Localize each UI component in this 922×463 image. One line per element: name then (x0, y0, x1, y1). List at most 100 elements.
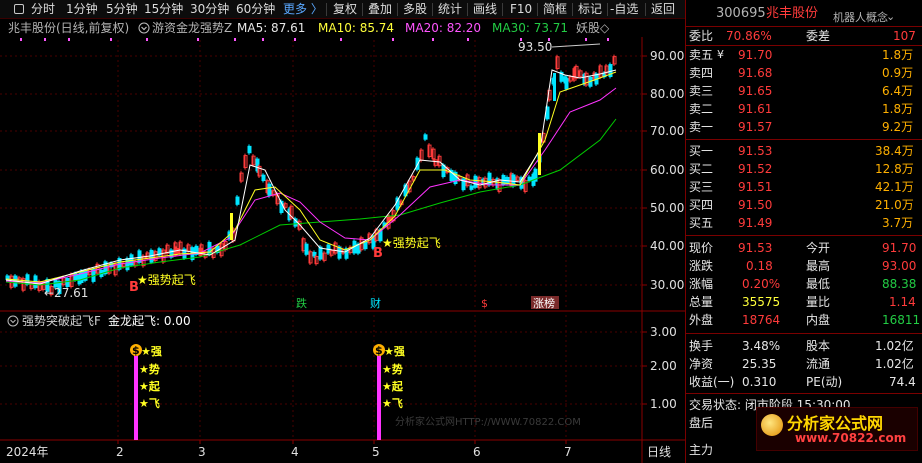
y-tick-70: 70.00 (650, 124, 684, 138)
y-tick-30: 30.00 (650, 278, 684, 292)
ma30-line (5, 118, 617, 286)
dollar-icon-2: $ (375, 344, 383, 357)
ma10-line (5, 71, 617, 283)
concept-label[interactable]: 机器人概念 (833, 8, 888, 28)
weibi-label: 委比 (689, 29, 714, 43)
liutong-label: 流通 (806, 357, 831, 371)
sell5-label: 卖五 (689, 48, 714, 62)
stock-name[interactable]: 兆丰股份 (766, 4, 818, 24)
candle-body (423, 134, 428, 140)
signal-label-1: ★强势起飞 (137, 273, 196, 287)
event-dollar[interactable]: $ (481, 297, 488, 310)
candle-body (79, 270, 84, 284)
fuquan-button[interactable]: 复权 (333, 1, 357, 18)
huanshou-label: 换手 (689, 339, 714, 353)
candle-body (304, 243, 309, 255)
f10-button[interactable]: F10 (510, 1, 532, 18)
high-price-label: 93.50 (518, 40, 552, 54)
tab-5min[interactable]: 5分钟 (106, 1, 138, 18)
quote-panel: 300695 兆丰股份 机器人概念 ⌄ 委比 70.86% 委差 107 卖五 … (685, 0, 922, 463)
stack2-fei: ★飞 (382, 397, 403, 410)
liutong-value: 1.02亿 (875, 357, 914, 371)
pe-label: PE(动) (806, 375, 843, 389)
after-hours-label[interactable]: 盘后 (689, 414, 713, 432)
buy2-price: 91.52 (738, 162, 773, 176)
tab-1min[interactable]: 1分钟 (66, 1, 98, 18)
buy3-label: 买三 (689, 180, 714, 194)
sell4-vol: 0.9万 (882, 66, 914, 80)
jingzi-value: 25.35 (742, 357, 777, 371)
zuigao-value: 93.00 (882, 259, 917, 273)
sub-indicator-title[interactable]: 强势突破起飞F (22, 313, 101, 328)
back-button[interactable]: 返回 (651, 1, 675, 18)
sub-y-tick-2: 2.00 (650, 359, 677, 373)
waipan-label: 外盘 (689, 313, 714, 327)
tab-fenshi[interactable]: 分时 (31, 1, 55, 18)
buy2-vol: 12.8万 (875, 162, 914, 176)
guben-label: 股本 (806, 339, 831, 353)
low-price-label: ←27.61 (44, 286, 88, 300)
zuigao-label: 最高 (806, 259, 831, 273)
event-die[interactable]: 跌 (296, 296, 307, 310)
draw-line-button[interactable]: 画线 (473, 1, 497, 18)
overlay-button[interactable]: 叠加 (368, 1, 392, 18)
sell-row-3[interactable]: 卖三 91.65 6.4万 (686, 82, 922, 100)
buy-row-2[interactable]: 买二 91.52 12.8万 (686, 160, 922, 178)
buy-row-4[interactable]: 买四 91.50 21.0万 (686, 196, 922, 214)
candle-body (318, 246, 323, 260)
sell-row-2[interactable]: 卖二 91.61 1.8万 (686, 100, 922, 118)
buy-row-1[interactable]: 买一 91.53 38.4万 (686, 142, 922, 160)
buy4-price: 91.50 (738, 198, 773, 212)
sell4-price: 91.68 (738, 66, 773, 80)
candle-body (527, 176, 532, 181)
logo-url: www.70822.com (795, 431, 907, 445)
y-tick-80: 80.00 (650, 87, 684, 101)
y-tick-40: 40.00 (650, 239, 684, 253)
buy-row-5[interactable]: 买五 91.49 3.7万 (686, 214, 922, 232)
multi-stock-button[interactable]: 多股 (403, 1, 427, 18)
main-force-label[interactable]: 主力 (689, 441, 713, 459)
statistics-button[interactable]: 统计 (438, 1, 462, 18)
concept-dropdown-icon[interactable]: ⌄ (886, 7, 895, 27)
buy1-price: 91.53 (738, 144, 773, 158)
sell2-price: 91.61 (738, 102, 773, 116)
sell1-price: 91.57 (738, 120, 773, 134)
sell4-label: 卖四 (689, 66, 714, 80)
zongliang-value: 35575 (742, 295, 781, 309)
period-label-daily[interactable]: 日线 (647, 445, 671, 459)
kline-chart[interactable]: 90.00 80.00 70.00 60.00 50.00 40.00 30.0… (0, 19, 685, 463)
sell3-price: 91.65 (738, 84, 773, 98)
mark-button[interactable]: 标记 (578, 1, 602, 18)
tab-60min[interactable]: 60分钟 (236, 1, 275, 18)
event-zhangbang[interactable]: 涨榜 (533, 296, 555, 310)
sell1-vol: 9.2万 (882, 120, 914, 134)
shouyi-value: 0.310 (742, 375, 777, 389)
sell-row-5[interactable]: 卖五 ¥ 91.70 1.8万 (686, 46, 922, 64)
buy2-label: 买二 (689, 162, 714, 176)
tab-intraday[interactable] (14, 1, 26, 18)
tab-30min[interactable]: 30分钟 (190, 1, 229, 18)
sell1-label: 卖一 (689, 120, 714, 134)
chevron-right-icon: 〉 (310, 2, 323, 16)
sell2-label: 卖二 (689, 102, 714, 116)
tab-15min[interactable]: 15分钟 (144, 1, 183, 18)
candle-body (363, 241, 368, 250)
event-cai[interactable]: 财 (370, 296, 381, 310)
jinkai-label: 今开 (806, 241, 831, 255)
sell-row-1[interactable]: 卖一 91.57 9.2万 (686, 118, 922, 136)
x-label-feb: 2 (116, 445, 124, 459)
buy5-price: 91.49 (738, 216, 773, 230)
buy-row-3[interactable]: 买三 91.51 42.1万 (686, 178, 922, 196)
simple-frame-button[interactable]: 简框 (543, 1, 567, 18)
tab-more[interactable]: 更多 〉 (283, 1, 323, 18)
sell3-label: 卖三 (689, 84, 714, 98)
sell-row-4[interactable]: 卖四 91.68 0.9万 (686, 64, 922, 82)
stack2-shi: ★势 (382, 362, 403, 376)
yen-icon: ¥ (717, 48, 724, 61)
neipan-value: 16811 (882, 313, 921, 327)
x-label-mar: 3 (198, 445, 206, 459)
logo-emblem-icon (761, 414, 783, 436)
y-tick-60: 60.00 (650, 163, 684, 177)
remove-watchlist-button[interactable]: -自选 (610, 1, 638, 18)
shouyi-label: 收益(一) (689, 375, 735, 389)
